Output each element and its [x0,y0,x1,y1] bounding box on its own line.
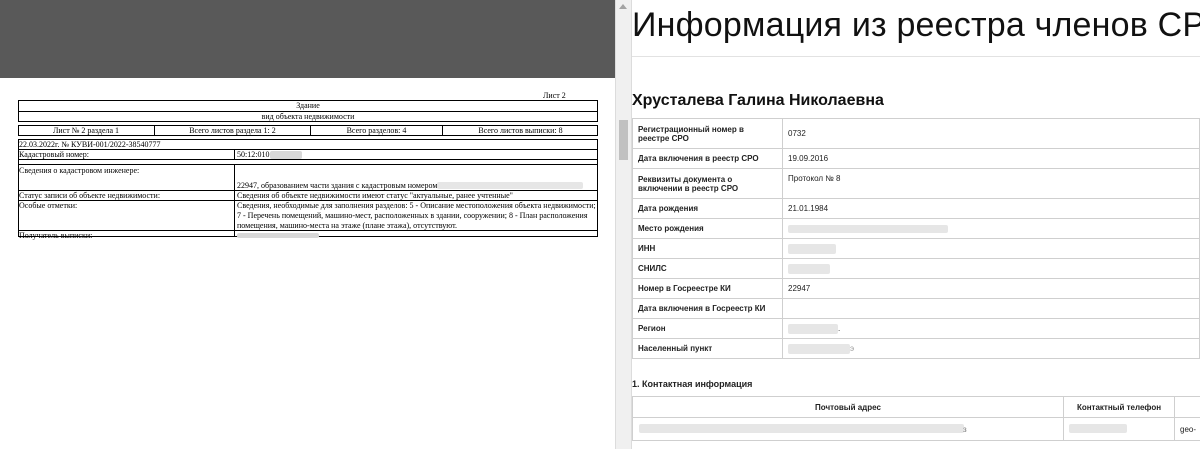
sheet-info-cell: Лист № 2 раздела 1 [52,126,120,135]
sheet-info-cell: Всего разделов: 4 [346,126,407,135]
table-row: Населенный пункт э [632,338,1200,359]
special-notes-line: Сведения, необходимые для заполнения раз… [237,201,596,210]
table-row: Регистрационный номер в реестре СРО 0732 [632,118,1200,149]
table-row: Дата рождения 21.01.1984 [632,198,1200,219]
row-value: 21.01.1984 [782,198,1200,219]
pdf-viewer: Лист 2 Здание вид объекта недвижимости Л… [0,0,615,449]
row-value [782,258,1200,279]
row-value [782,298,1200,319]
row-label: Регион [632,318,783,339]
row-label: Дата рождения [632,198,783,219]
table-row: Дата включения в Госреестр КИ [632,298,1200,319]
cadastral-number-label: Кадастровый номер: [19,150,89,159]
row-value [782,238,1200,259]
redacted-block [270,151,302,159]
redacted-block [788,244,836,254]
record-status-value: Сведения об объекте недвижимости имеют с… [237,191,513,200]
table-row: СНИЛС [632,258,1200,279]
title-divider [632,56,1200,57]
table-row: з geo- [632,417,1200,441]
special-notes-label: Особые отметки: [19,201,78,210]
recipient-label: Получатель выписки: [19,231,93,240]
redacted-block [788,344,850,354]
redacted-block [788,225,948,233]
email-cell[interactable]: geo- [1174,417,1200,441]
redacted-block [639,424,964,433]
table-row: Реквизиты документа о включении в реестр… [632,168,1200,199]
row-label: Регистрационный номер в реестре СРО [632,118,783,149]
redacted-block [1069,424,1127,433]
cadastral-number-value: 50:12:010 [237,150,270,159]
row-label: Дата включения в Госреестр КИ [632,298,783,319]
page-title: Информация из реестра членов СРО [632,6,1200,44]
engineer-label: Сведения о кадастровом инженере: [19,166,140,175]
record-status-label: Статус записи об объекте недвижимости: [19,191,161,200]
row-value: . [782,318,1200,339]
row-label: Дата включения в реестр СРО [632,148,783,169]
object-title: Здание [296,101,320,110]
row-value [782,218,1200,239]
vertical-scrollbar[interactable] [615,0,632,449]
registry-page: Информация из реестра членов СРО Хрустал… [632,0,1200,449]
redacted-block [437,182,583,189]
postal-address-cell: з [632,417,1064,441]
viewer-toolbar-area [0,0,615,78]
sheet-info-cell: Всего листов выписки: 8 [478,126,563,135]
special-notes-line: помещения, машино-места на этаже (плане … [237,221,458,230]
scroll-thumb[interactable] [619,120,628,160]
table-row: Дата включения в реестр СРО 19.09.2016 [632,148,1200,169]
row-label: Место рождения [632,218,783,239]
row-label: СНИЛС [632,258,783,279]
statement-number: 22.03.2022г. № КУВИ-001/2022-38540777 [19,140,161,149]
contacts-heading: 1. Контактная информация [632,379,753,389]
engineer-value: 22947, образованием части здания с кадас… [237,181,440,190]
sheet-number: Лист 2 [543,91,566,100]
row-value: Протокол № 8 [782,168,1200,199]
table-header-row: Почтовый адрес Контактный телефон [632,396,1200,418]
phone-header: Контактный телефон [1063,396,1175,418]
row-value: э [782,338,1200,359]
row-value: 0732 [782,118,1200,149]
redacted-block [788,324,838,334]
row-value: 19.09.2016 [782,148,1200,169]
table-row: ИНН [632,238,1200,259]
special-notes-line: 7 - Перечень помещений, машино-мест, рас… [237,211,588,220]
pdf-page: Лист 2 Здание вид объекта недвижимости Л… [0,78,615,449]
sheet-info-cell: Всего листов раздела 1: 2 [189,126,276,135]
extra-header [1174,396,1200,418]
table-row: Регион . [632,318,1200,339]
scroll-up-arrow-icon[interactable] [619,4,627,9]
postal-address-header: Почтовый адрес [632,396,1064,418]
contacts-table: Почтовый адрес Контактный телефон з geo- [632,396,1200,441]
table-row: Номер в Госреестре КИ 22947 [632,278,1200,299]
member-name: Хрусталева Галина Николаевна [632,92,884,109]
member-info-table: Регистрационный номер в реестре СРО 0732… [632,118,1200,359]
row-label: Реквизиты документа о включении в реестр… [632,168,783,199]
row-label: Номер в Госреестре КИ [632,278,783,299]
table-row: Место рождения [632,218,1200,239]
row-label: ИНН [632,238,783,259]
row-label: Населенный пункт [632,338,783,359]
phone-cell [1063,417,1175,441]
redacted-block [237,233,319,238]
redacted-block [788,264,830,274]
row-value: 22947 [782,278,1200,299]
object-subtitle: вид объекта недвижимости [261,112,355,121]
